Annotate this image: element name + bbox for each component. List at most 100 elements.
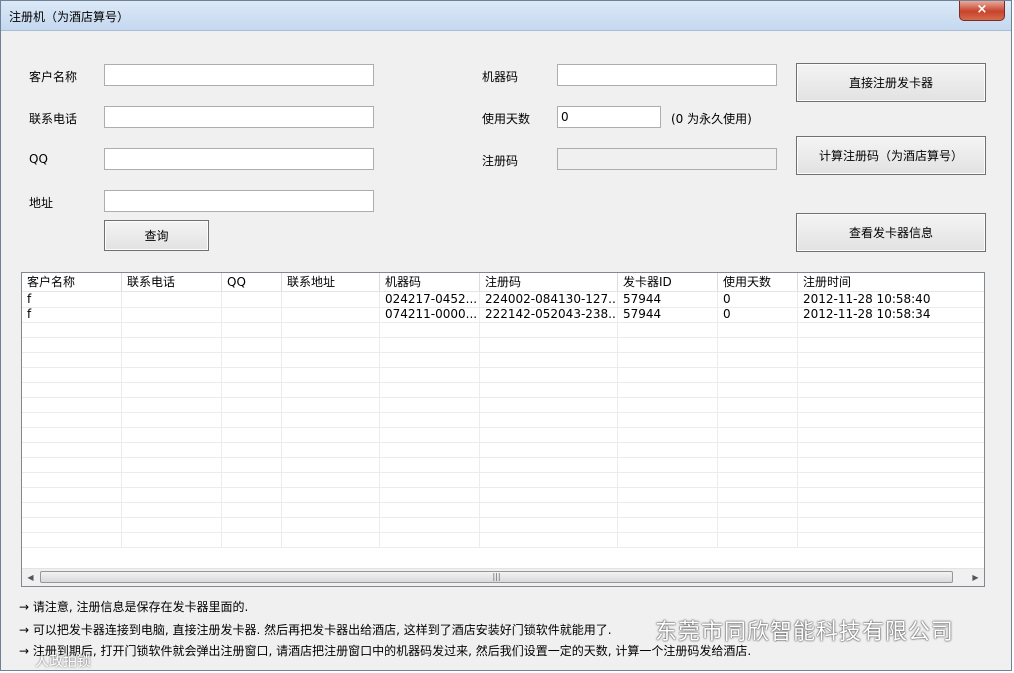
table-cell bbox=[380, 412, 480, 427]
table-cell bbox=[798, 472, 984, 487]
table-row[interactable] bbox=[22, 412, 984, 428]
table-row[interactable] bbox=[22, 457, 984, 473]
col-address[interactable]: 联系地址 bbox=[282, 273, 380, 291]
table-cell bbox=[718, 337, 798, 352]
table-row[interactable] bbox=[22, 382, 984, 398]
col-card-id[interactable]: 发卡器ID bbox=[618, 273, 718, 291]
table-cell bbox=[122, 337, 222, 352]
table-row[interactable] bbox=[22, 472, 984, 488]
table-cell bbox=[618, 382, 718, 397]
table-cell bbox=[122, 352, 222, 367]
table-cell bbox=[718, 442, 798, 457]
table-cell bbox=[618, 412, 718, 427]
table-cell bbox=[718, 367, 798, 382]
table-cell bbox=[222, 307, 282, 322]
table-row[interactable] bbox=[22, 427, 984, 443]
table-cell bbox=[22, 382, 122, 397]
table-row[interactable] bbox=[22, 487, 984, 503]
col-reg-time[interactable]: 注册时间 bbox=[798, 273, 984, 291]
table-cell bbox=[380, 427, 480, 442]
table-cell bbox=[282, 322, 380, 337]
col-machine-code[interactable]: 机器码 bbox=[380, 273, 480, 291]
table-cell bbox=[282, 382, 380, 397]
table-cell bbox=[618, 442, 718, 457]
app-window: 注册机（为酒店算号） × 客户名称 联系电话 QQ 地址 查询 机器码 使用天数… bbox=[0, 0, 1012, 671]
table-cell bbox=[380, 487, 480, 502]
table-cell bbox=[122, 412, 222, 427]
table-row[interactable] bbox=[22, 502, 984, 518]
table-cell bbox=[480, 502, 618, 517]
table-cell bbox=[122, 487, 222, 502]
phone-input[interactable] bbox=[104, 106, 374, 128]
qq-input[interactable] bbox=[104, 148, 374, 170]
machine-code-input[interactable] bbox=[557, 64, 777, 86]
table-cell bbox=[618, 352, 718, 367]
table-row[interactable] bbox=[22, 517, 984, 533]
title-bar[interactable]: 注册机（为酒店算号） × bbox=[1, 1, 1011, 31]
direct-register-button[interactable]: 直接注册发卡器 bbox=[796, 63, 986, 102]
table-cell bbox=[380, 457, 480, 472]
table-row[interactable] bbox=[22, 337, 984, 353]
table-cell bbox=[718, 472, 798, 487]
table-row[interactable] bbox=[22, 322, 984, 338]
table-cell bbox=[798, 427, 984, 442]
table-cell bbox=[380, 352, 480, 367]
address-input[interactable] bbox=[104, 190, 374, 212]
table-cell: f bbox=[22, 307, 122, 322]
days-input[interactable] bbox=[557, 106, 661, 128]
col-reg-code[interactable]: 注册码 bbox=[480, 273, 618, 291]
table-cell bbox=[222, 397, 282, 412]
table-cell bbox=[22, 322, 122, 337]
table-cell bbox=[480, 532, 618, 547]
table-row[interactable] bbox=[22, 397, 984, 413]
calc-reg-code-button[interactable]: 计算注册码（为酒店算号） bbox=[796, 136, 986, 175]
table-cell bbox=[222, 487, 282, 502]
col-days[interactable]: 使用天数 bbox=[718, 273, 798, 291]
table-row[interactable] bbox=[22, 532, 984, 548]
horizontal-scrollbar[interactable]: ◀ ||| ▶ bbox=[22, 568, 984, 586]
table-cell bbox=[122, 517, 222, 532]
small-watermark: 人政拍锁 bbox=[35, 654, 91, 670]
table-cell bbox=[122, 457, 222, 472]
note-3: → 注册到期后, 打开门锁软件就会弹出注册窗口, 请酒店把注册窗口中的机器码发过… bbox=[19, 644, 752, 658]
table-cell: 0 bbox=[718, 307, 798, 322]
customer-name-input[interactable] bbox=[104, 64, 374, 86]
col-qq[interactable]: QQ bbox=[222, 273, 282, 291]
table-cell bbox=[22, 412, 122, 427]
col-customer-name[interactable]: 客户名称 bbox=[22, 273, 122, 291]
query-button[interactable]: 查询 bbox=[104, 220, 209, 251]
table-cell bbox=[122, 307, 222, 322]
col-phone[interactable]: 联系电话 bbox=[122, 273, 222, 291]
table-cell bbox=[122, 397, 222, 412]
days-hint: (0 为永久使用) bbox=[671, 112, 752, 126]
close-button[interactable]: × bbox=[959, 1, 1005, 21]
table-row[interactable] bbox=[22, 367, 984, 383]
table-cell bbox=[718, 532, 798, 547]
table-cell bbox=[380, 517, 480, 532]
table-cell: 0 bbox=[718, 292, 798, 307]
table-row[interactable] bbox=[22, 352, 984, 368]
table-cell bbox=[718, 427, 798, 442]
table-row[interactable]: f 074211-0000... 222142-052043-238... 57944… bbox=[22, 307, 984, 323]
table-cell bbox=[798, 457, 984, 472]
scroll-right-arrow-icon[interactable]: ▶ bbox=[967, 569, 984, 586]
table-cell bbox=[222, 427, 282, 442]
table-cell bbox=[122, 442, 222, 457]
table-cell bbox=[222, 322, 282, 337]
reg-code-input[interactable] bbox=[557, 148, 777, 170]
table-cell bbox=[480, 352, 618, 367]
table-cell bbox=[618, 487, 718, 502]
table-cell bbox=[122, 532, 222, 547]
registration-list[interactable]: 客户名称 联系电话 QQ 联系地址 机器码 注册码 发卡器ID 使用天数 注册时… bbox=[21, 272, 985, 587]
table-cell: 57944 bbox=[618, 292, 718, 307]
table-row[interactable] bbox=[22, 442, 984, 458]
view-card-info-button[interactable]: 查看发卡器信息 bbox=[796, 213, 986, 252]
table-cell bbox=[22, 517, 122, 532]
scroll-left-arrow-icon[interactable]: ◀ bbox=[22, 569, 39, 586]
scroll-thumb[interactable]: ||| bbox=[40, 571, 953, 583]
table-cell bbox=[718, 487, 798, 502]
table-row[interactable]: f 024217-0452... 224002-084130-127... 57944… bbox=[22, 292, 984, 308]
table-cell bbox=[222, 412, 282, 427]
table-cell: 224002-084130-127... bbox=[480, 292, 618, 307]
note-1: → 请注意, 注册信息是保存在发卡器里面的. bbox=[19, 600, 249, 614]
